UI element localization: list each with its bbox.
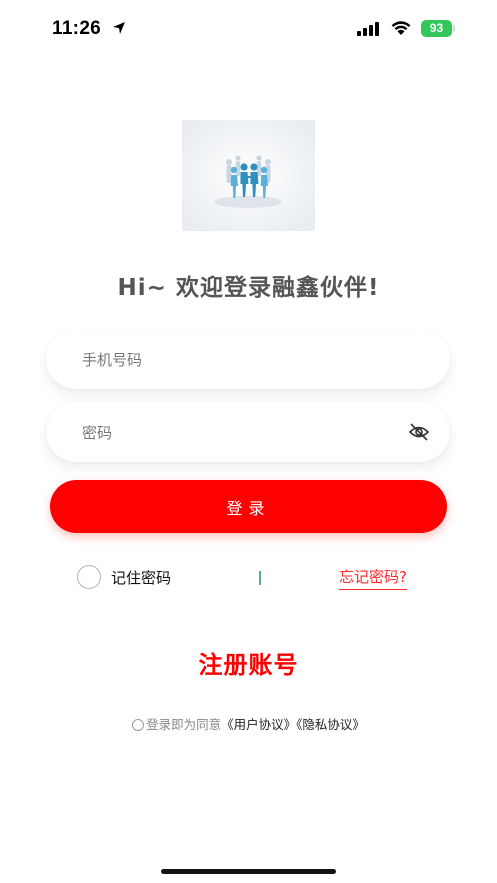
password-input[interactable] <box>80 402 404 464</box>
remember-password[interactable]: 记住密码 <box>77 565 171 589</box>
status-time: 11:26 <box>52 18 102 39</box>
privacy-agreement-link[interactable]: 《隐私协议》 <box>296 717 365 732</box>
remember-label: 记住密码 <box>111 568 172 587</box>
location-arrow-icon <box>113 22 125 34</box>
remember-checkbox[interactable] <box>77 565 101 589</box>
battery-tip <box>453 25 455 32</box>
people-holding-hands-logo <box>182 120 315 231</box>
phone-field[interactable] <box>46 329 450 391</box>
login-button[interactable]: 登录 <box>50 480 447 533</box>
agreement-line: 登录即为同意《用户协议》《隐私协议》 <box>0 714 497 733</box>
phone-input[interactable] <box>80 329 404 391</box>
options-divider <box>259 571 261 585</box>
register-link[interactable]: 注册账号 <box>0 645 497 680</box>
wifi-icon <box>391 21 411 35</box>
status-bar: 11:26 93 <box>0 0 497 54</box>
password-field[interactable] <box>46 402 450 464</box>
agreement-prefix: 登录即为同意 <box>146 717 222 732</box>
agree-checkbox[interactable] <box>132 719 145 731</box>
user-agreement-link[interactable]: 《用户协议》 <box>221 717 296 732</box>
battery-icon: 93 <box>421 20 452 37</box>
cellular-signal-icon <box>357 22 379 36</box>
forgot-password-link[interactable]: 忘记密码? <box>339 566 407 590</box>
eye-off-icon[interactable] <box>408 422 430 442</box>
welcome-heading: Hi~ 欢迎登录融鑫伙伴! <box>117 275 380 301</box>
home-indicator <box>161 869 336 874</box>
